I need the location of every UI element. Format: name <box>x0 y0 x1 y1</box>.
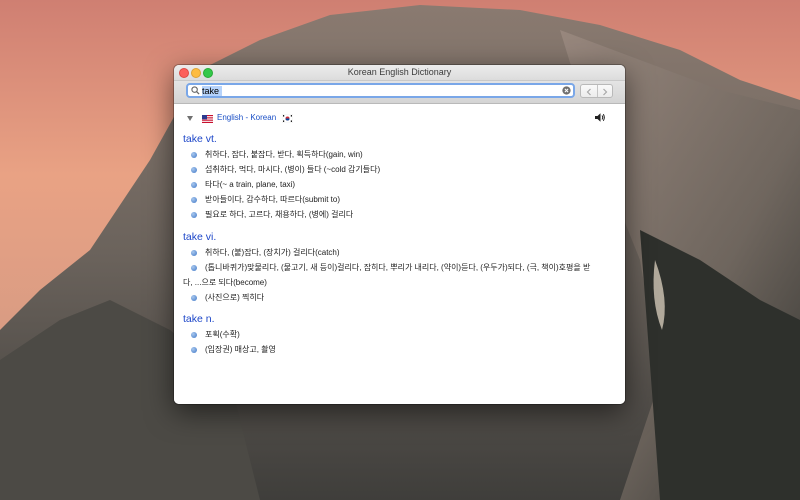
definition-item: 타다(~ a train, plane, taxi) <box>183 177 610 192</box>
definition-item: 포획(수확) <box>183 327 610 342</box>
toolbar <box>174 81 625 104</box>
forward-button[interactable] <box>597 85 613 97</box>
back-button[interactable] <box>581 85 598 97</box>
dictionary-name: English - Korean <box>217 113 277 122</box>
bullet-icon <box>191 181 197 188</box>
us-flag-icon <box>202 115 213 123</box>
korea-flag-icon <box>282 114 293 123</box>
bullet-icon <box>191 294 197 301</box>
part-of-speech-heading: take vi. <box>183 231 217 243</box>
definition-item: 받아들이다, 감수하다, 따르다(submit to) <box>183 192 610 207</box>
part-of-speech-heading: take n. <box>183 313 215 325</box>
bullet-icon <box>191 151 197 158</box>
bullet-icon <box>191 196 197 203</box>
bullet-icon <box>191 166 197 173</box>
definition-item: 섭취하다, 먹다, 마시다, (병이) 들다 (~cold 감기들다) <box>183 162 610 177</box>
part-of-speech-heading: take vt. <box>183 133 217 145</box>
definition-item: 필요로 하다, 고르다, 채용하다, (병에) 걸리다 <box>183 207 610 222</box>
definition-item: (톱니바퀴가)맞물리다, (물고기, 새 등이)걸리다, 잡히다, 뿌리가 내리… <box>183 263 591 287</box>
bullet-icon <box>191 249 197 256</box>
bullet-icon <box>191 211 197 218</box>
search-icon <box>191 86 200 95</box>
section-take-vi: take vi. 취하다, (붙)잡다, (장치가) 걸리다(catch) (톱… <box>183 230 610 305</box>
definition-item: (사진으로) 찍히다 <box>183 290 610 305</box>
section-take-vt: take vt. 취하다, 잡다, 붙잡다, 받다, 획득하다(gain, wi… <box>183 132 610 222</box>
history-navigation <box>580 84 613 98</box>
bullet-icon <box>191 346 197 353</box>
search-field[interactable] <box>186 83 575 98</box>
definition-content: English - Korean take vt. 취하다, 잡다, 붙잡다, … <box>174 104 625 404</box>
section-take-n: take n. 포획(수확) (입장권) 매상고, 촬영 <box>183 312 610 357</box>
disclosure-triangle-icon[interactable] <box>186 115 194 122</box>
clear-search-icon[interactable] <box>562 86 571 95</box>
search-input[interactable] <box>202 85 552 96</box>
dictionary-window: Korean English Dictionary take English -… <box>174 65 625 404</box>
definition-item: (입장권) 매상고, 촬영 <box>183 342 610 357</box>
speaker-icon[interactable] <box>594 112 606 123</box>
chevron-right-icon <box>603 88 608 96</box>
bullet-icon <box>191 264 197 271</box>
bullet-icon <box>191 331 197 338</box>
definition-list: 포획(수확) (입장권) 매상고, 촬영 <box>183 327 610 357</box>
definition-list: 취하다, 잡다, 붙잡다, 받다, 획득하다(gain, win) 섭취하다, … <box>183 147 610 222</box>
window-title: Korean English Dictionary <box>347 67 452 77</box>
definition-item: 취하다, 잡다, 붙잡다, 받다, 획득하다(gain, win) <box>183 147 610 162</box>
title-bar[interactable]: Korean English Dictionary <box>174 65 625 81</box>
definition-item: 취하다, (붙)잡다, (장치가) 걸리다(catch) <box>183 245 610 260</box>
definition-list: 취하다, (붙)잡다, (장치가) 걸리다(catch) (톱니바퀴가)맞물리다… <box>183 245 610 305</box>
chevron-left-icon <box>586 88 591 96</box>
